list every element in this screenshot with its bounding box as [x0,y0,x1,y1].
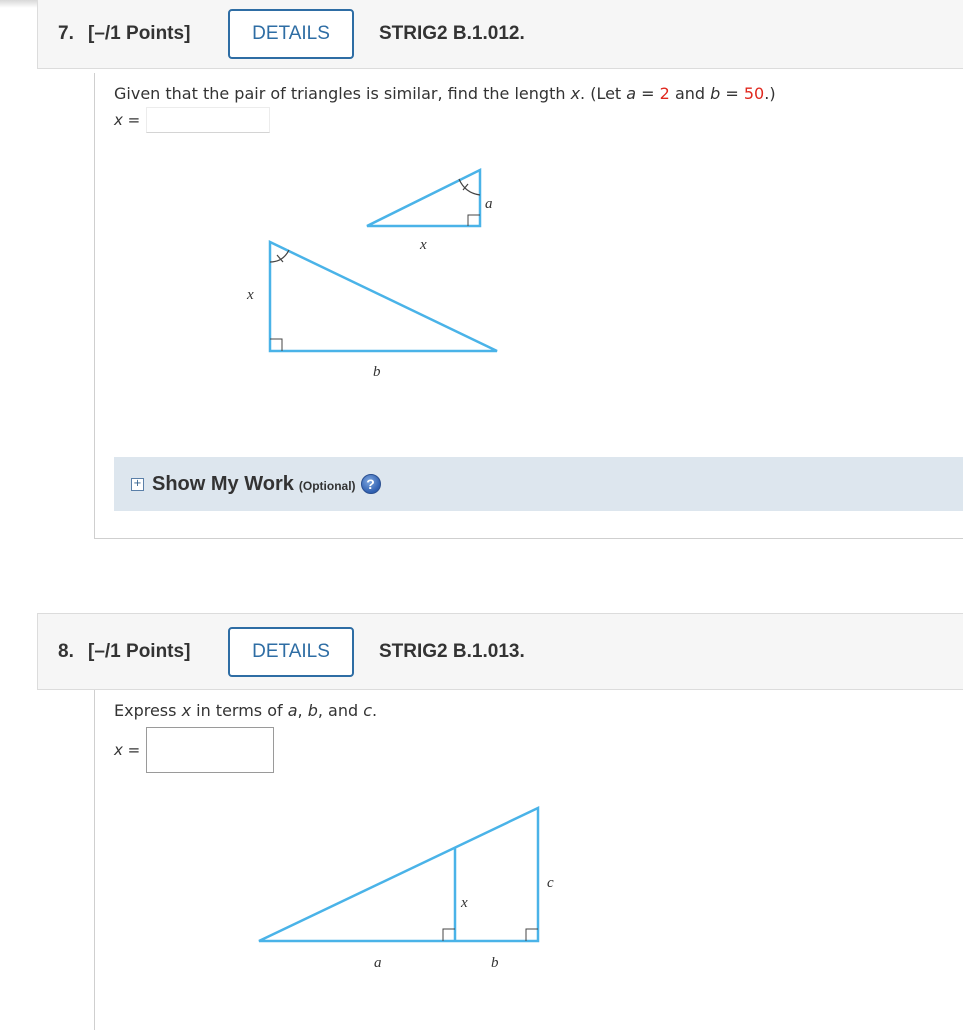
question-7-body: Given that the pair of triangles is simi… [94,73,963,539]
answer-input[interactable] [146,107,271,133]
large-triangle [268,240,498,353]
answer-row: x = [114,727,275,773]
prompt-text: Express [114,701,182,720]
question-8-body: Express x in terms of a, b, and c. x = a… [94,690,963,1030]
prompt-text: and [669,84,711,103]
label-b: b [373,364,381,380]
optional-label: (Optional) [298,479,356,493]
label-a: a [374,955,382,971]
given-b-value: 50 [743,84,765,103]
prompt-text: = [636,84,660,103]
given-a-value: 2 [659,84,670,103]
prompt-text: .) [764,84,776,103]
question-7-header: 7. [–/1 Points] DETAILS STRIG2 B.1.012. [37,0,963,69]
var-b: b [307,701,318,720]
label-x-small: x [419,237,427,253]
var-x: x [181,701,192,720]
nested-triangles-figure: a b x c [258,806,554,971]
prompt-text: . (Let [580,84,627,103]
label-a: a [485,196,493,212]
answer-row: x = [114,107,271,133]
question-points: [–/1 Points] [88,640,191,662]
prompt-text: Given that the pair of triangles is simi… [114,84,571,103]
question-number: 8. [58,640,74,662]
question-points: [–/1 Points] [88,22,191,44]
right-angle-mark [442,928,455,941]
var-b: b [710,84,721,103]
label-b: b [491,955,499,971]
right-angle-mark [467,214,480,226]
question-8-header: 8. [–/1 Points] DETAILS STRIG2 B.1.013. [37,613,963,690]
prompt-text: in terms of [191,701,288,720]
help-icon[interactable]: ? [360,474,381,494]
right-angle-mark [270,338,283,351]
question-prompt: Express x in terms of a, b, and c. [114,701,377,720]
angle-arc-mark [269,249,290,263]
outer-triangle [258,806,540,943]
answer-label: x = [114,741,141,759]
similar-triangles-figure: a x x b [246,167,498,380]
question-code: STRIG2 B.1.012. [379,22,525,44]
prompt-text: . [372,701,378,720]
prompt-text: = [720,84,744,103]
show-my-work-title[interactable]: Show My Work [152,473,294,496]
var-a: a [626,84,637,103]
var-a: a [287,701,298,720]
question-code: STRIG2 B.1.013. [379,640,525,662]
label-x: x [460,895,468,911]
prompt-text: , and [317,701,364,720]
prompt-text: , [297,701,308,720]
expand-icon[interactable]: + [131,477,144,491]
details-button[interactable]: DETAILS [228,626,354,677]
question-number: 7. [58,22,74,44]
show-my-work-bar[interactable]: + Show My Work (Optional) ? [114,457,963,511]
answer-label: x = [114,111,141,129]
question-prompt: Given that the pair of triangles is simi… [114,84,776,103]
details-button[interactable]: DETAILS [228,8,354,59]
label-c: c [547,875,554,891]
var-x: x [570,84,581,103]
small-triangle [366,167,482,228]
var-c: c [363,701,373,720]
angle-arc-mark [458,178,481,196]
label-x-large: x [246,287,254,303]
answer-input[interactable] [146,727,275,773]
right-angle-mark [525,928,538,941]
